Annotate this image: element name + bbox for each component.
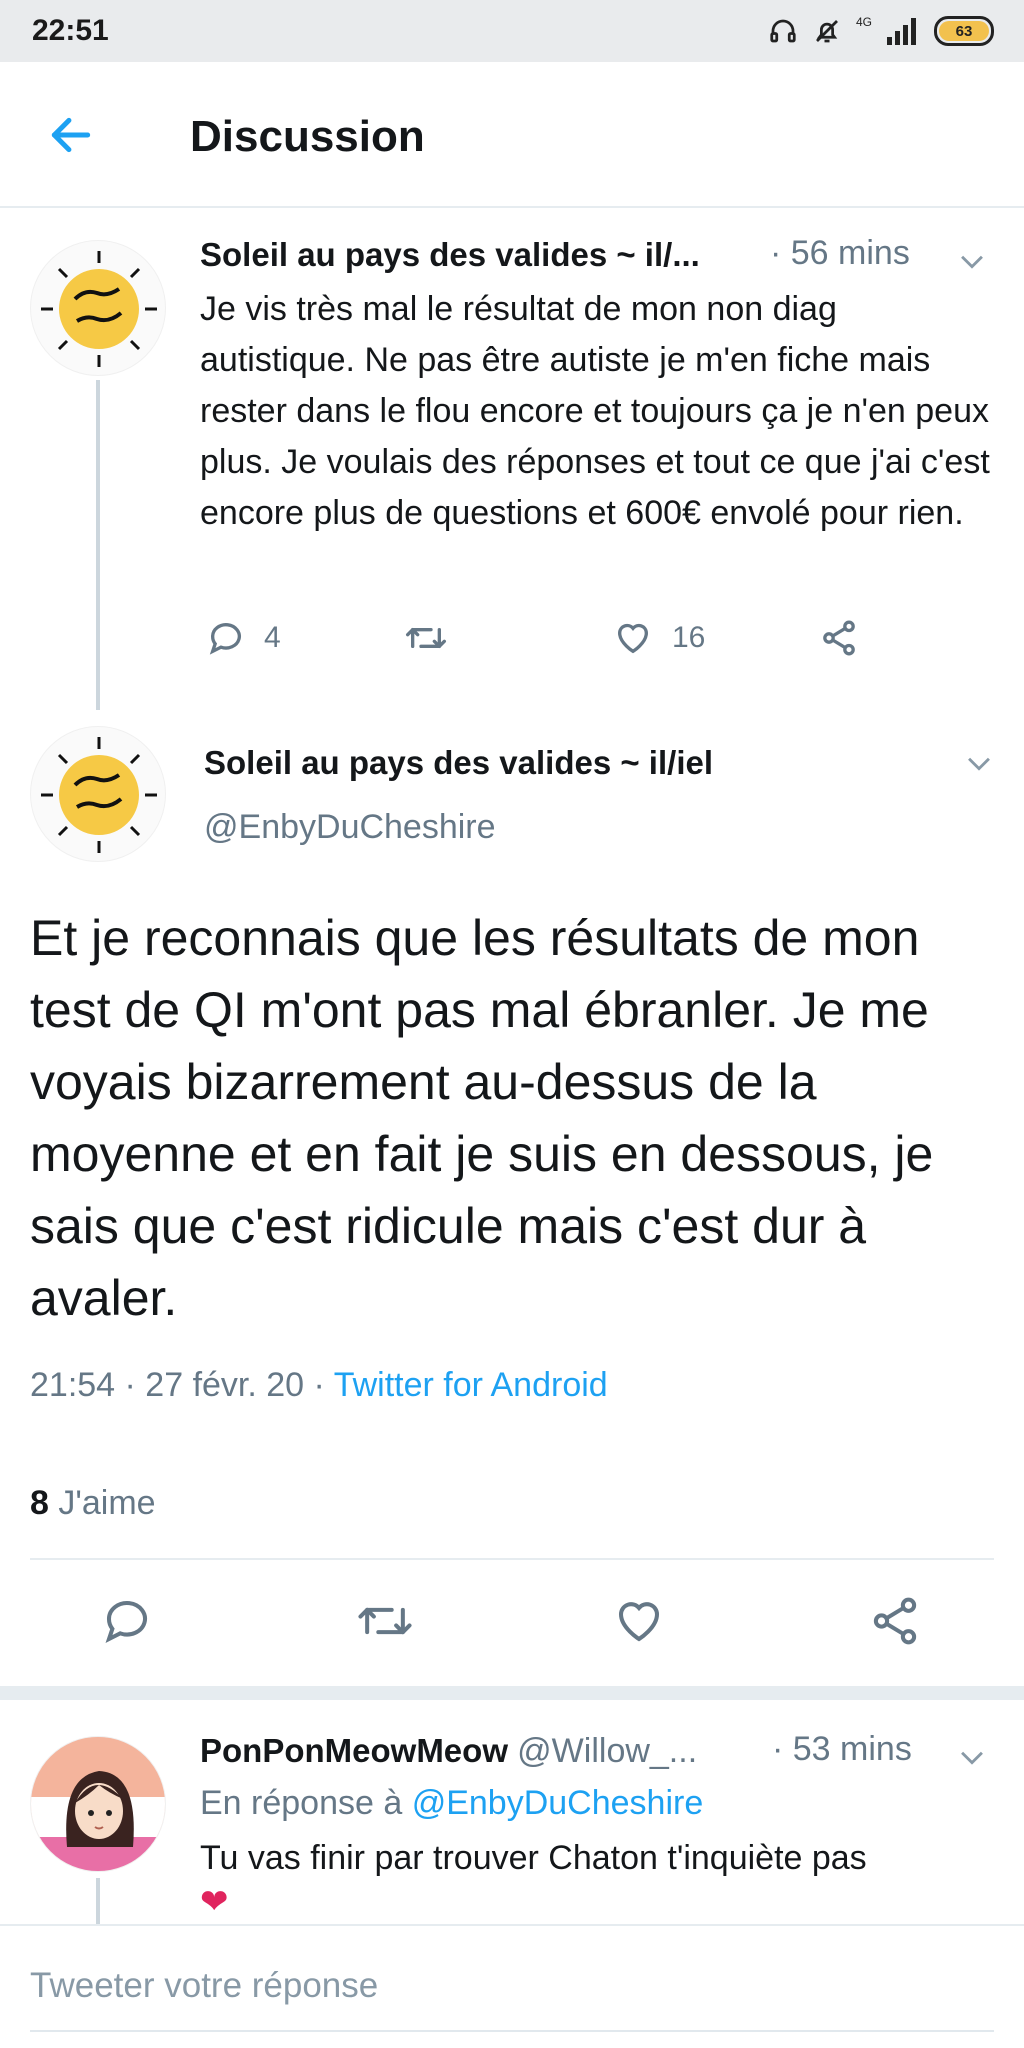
main-tweet-author-name[interactable]: Soleil au pays des valides ~ il/iel [204, 744, 713, 782]
heart-icon [618, 1602, 660, 1642]
reply-context: En réponse à @EnbyDuCheshire [200, 1784, 703, 1823]
main-tweet-handle[interactable]: @EnbyDuCheshire [204, 808, 496, 847]
avatar[interactable] [30, 726, 166, 862]
sun-logo-icon [41, 251, 157, 367]
reply-prefix: En réponse à [200, 1784, 412, 1822]
alarm-off-icon [812, 16, 842, 46]
reply-icon [209, 623, 241, 655]
share-icon [873, 1597, 917, 1645]
headphones-icon [768, 16, 798, 46]
chevron-down-icon [968, 757, 990, 771]
reply-menu-button[interactable] [955, 1740, 989, 1774]
reply-author-handle: @Willow_... [517, 1732, 698, 1770]
tweet-author-name[interactable]: Soleil au pays des valides ~ il/... [200, 236, 700, 274]
likes-count: 8 [30, 1484, 49, 1522]
main-like-button[interactable] [612, 1594, 666, 1648]
input-underline [30, 2030, 994, 2032]
status-bar: 22:51 4G 63 [0, 0, 1024, 62]
retweet-button[interactable] [404, 618, 448, 658]
tweet-source-link[interactable]: Twitter for Android [334, 1366, 608, 1404]
reply-author-name: PonPonMeowMeow [200, 1732, 508, 1769]
retweet-icon [358, 1607, 412, 1635]
user-avatar-icon [31, 1737, 165, 1871]
share-button[interactable] [818, 618, 860, 658]
avatar[interactable] [30, 240, 166, 376]
divider [30, 1558, 994, 1560]
like-button[interactable]: 16 [612, 618, 705, 658]
reply-time: · 53 mins [772, 1730, 912, 1768]
reply-author[interactable]: PonPonMeowMeow @Willow_... [200, 1732, 697, 1771]
network-type: 4G [855, 15, 872, 29]
thread-line [96, 1878, 100, 1924]
compose-bar [0, 1924, 1024, 2048]
main-tweet-text: Et je reconnais que les résultats de mon… [30, 910, 934, 1326]
main-tweet-timestamp: 21:54 · 27 févr. 20 · [30, 1366, 334, 1404]
top-app-bar: Discussion [0, 62, 1024, 208]
share-icon [823, 620, 855, 656]
tweet-time: · 56 mins [770, 234, 910, 272]
section-separator [0, 1686, 1024, 1700]
reply-button[interactable]: 4 [206, 618, 281, 658]
sun-logo-icon [41, 737, 157, 853]
likes-label: J'aime [58, 1484, 156, 1522]
arrow-left-icon [51, 117, 91, 153]
main-share-button[interactable] [868, 1594, 922, 1648]
likes-summary[interactable]: 8 J'aime [30, 1484, 156, 1523]
thread-line [96, 380, 100, 710]
chevron-down-icon [961, 1751, 983, 1765]
retweet-icon [405, 628, 446, 648]
main-tweet-meta: 21:54 · 27 févr. 20 · Twitter for Androi… [30, 1366, 608, 1405]
chevron-down-icon [961, 255, 983, 269]
heart-emoji: ❤ [200, 1883, 229, 1921]
reply-input[interactable] [30, 1954, 994, 2018]
reply-text-body: Tu vas finir par trouver Chaton t'inquiè… [200, 1839, 867, 1877]
main-retweet-button[interactable] [356, 1594, 412, 1648]
reply-count: 4 [264, 621, 281, 654]
reply-icon [105, 1601, 148, 1643]
reply-to-link[interactable]: @EnbyDuCheshire [412, 1784, 704, 1822]
signal-icon [886, 17, 920, 45]
main-tweet-menu-button[interactable] [962, 746, 996, 780]
page-title: Discussion [190, 112, 425, 161]
battery-icon: 63 [934, 16, 994, 46]
status-icons: 4G 63 [768, 16, 994, 46]
avatar[interactable] [30, 1736, 166, 1872]
status-time: 22:51 [32, 14, 109, 47]
tweet-text: Je vis très mal le résultat de mon non d… [200, 290, 990, 532]
like-count: 16 [672, 621, 706, 654]
reply-text: Tu vas finir par trouver Chaton t'inquiè… [200, 1834, 1000, 1922]
heart-icon [617, 623, 649, 654]
battery-level: 63 [939, 21, 989, 41]
tweet-menu-button[interactable] [955, 244, 989, 278]
main-reply-button[interactable] [100, 1594, 154, 1648]
back-button[interactable] [46, 110, 96, 160]
